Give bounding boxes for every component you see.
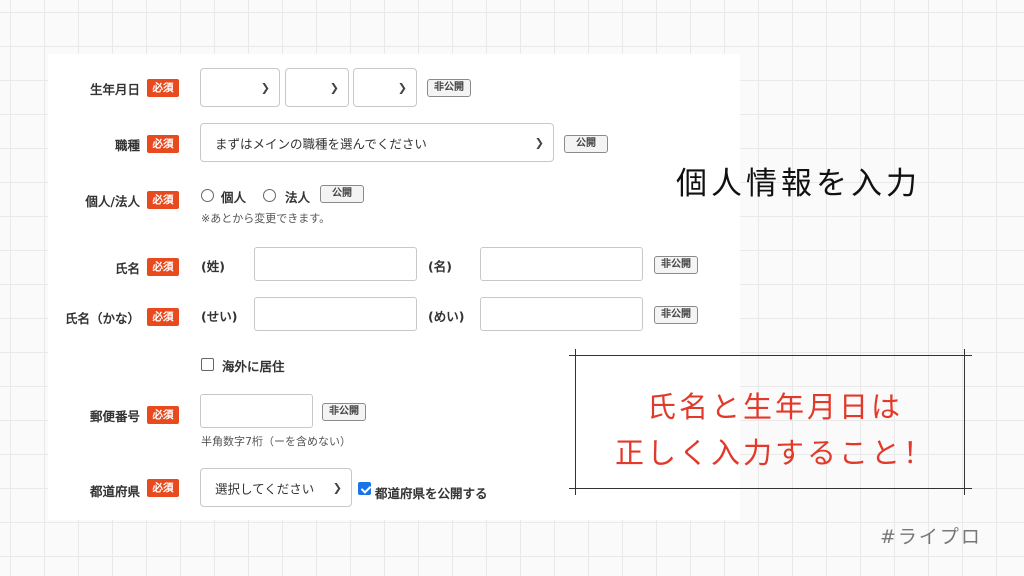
postal-code-label: 郵便番号	[89, 409, 140, 424]
name-kana-label: 氏名（かな）	[64, 311, 140, 326]
birthdate-visibility-badge[interactable]: 非公開	[427, 79, 471, 97]
chevron-down-icon: ❯	[397, 81, 407, 94]
entity-type-label: 個人/法人	[85, 194, 140, 209]
overseas-checkbox-label: 海外に居住	[222, 359, 285, 374]
occupation-visibility-badge[interactable]: 公開	[564, 135, 608, 153]
chevron-down-icon: ❯	[534, 136, 544, 149]
prefecture-select[interactable]: 選択してください ❯	[200, 468, 352, 507]
annotation-caption: 個人情報を入力	[676, 166, 921, 202]
first-name-input[interactable]	[480, 247, 643, 281]
prefecture-label: 都道府県	[89, 484, 140, 499]
required-badge: 必須	[147, 479, 179, 497]
postal-code-hint: 半角数字7桁（ーを含めない）	[201, 435, 351, 448]
radio-corporation[interactable]	[263, 189, 276, 202]
required-badge: 必須	[147, 191, 179, 209]
overseas-checkbox[interactable]	[201, 358, 214, 371]
required-badge: 必須	[147, 308, 179, 326]
radio-individual[interactable]	[201, 189, 214, 202]
radio-corporation-label: 法人	[285, 190, 311, 205]
radio-individual-label: 個人	[221, 190, 247, 205]
required-badge: 必須	[147, 135, 179, 153]
publish-prefecture-checkbox[interactable]	[358, 482, 371, 495]
first-name-kana-input[interactable]	[480, 297, 643, 331]
required-badge: 必須	[147, 79, 179, 97]
chevron-down-icon: ❯	[332, 481, 342, 494]
note-frame-right	[964, 349, 965, 495]
publish-prefecture-label: 都道府県を公開する	[375, 486, 488, 501]
name-label: 氏名	[114, 261, 140, 276]
postal-code-input[interactable]	[200, 394, 313, 428]
last-name-input[interactable]	[254, 247, 417, 281]
required-badge: 必須	[147, 258, 179, 276]
entity-hint: ※あとから変更できます。	[201, 212, 331, 225]
entity-visibility-badge[interactable]: 公開	[320, 185, 364, 203]
birth-day-select[interactable]: ❯	[353, 68, 417, 107]
note-frame-top	[569, 355, 972, 356]
occupation-label: 職種	[114, 138, 140, 153]
birth-month-select[interactable]: ❯	[285, 68, 349, 107]
postal-visibility-badge[interactable]: 非公開	[322, 403, 366, 421]
prefecture-select-value: 選択してください	[215, 481, 315, 496]
occupation-select[interactable]: まずはメインの職種を選んでください ❯	[200, 123, 554, 162]
note-frame-bottom	[569, 488, 972, 489]
annotation-note-line2: 正しく入力すること！	[614, 436, 935, 470]
last-name-kana-input[interactable]	[254, 297, 417, 331]
last-name-kana-caption: (せい)	[201, 309, 238, 324]
birth-year-select[interactable]: ❯	[200, 68, 280, 107]
birthdate-label: 生年月日	[89, 82, 140, 97]
first-name-caption: (名)	[428, 259, 452, 274]
last-name-caption: (姓)	[201, 259, 225, 274]
annotation-note-line1: 氏名と生年月日は	[646, 390, 903, 424]
required-badge: 必須	[147, 406, 179, 424]
first-name-kana-caption: (めい)	[428, 309, 465, 324]
chevron-down-icon: ❯	[260, 81, 270, 94]
chevron-down-icon: ❯	[329, 81, 339, 94]
note-frame-left	[575, 349, 576, 495]
hashtag: #ライプロ	[880, 526, 982, 548]
occupation-select-value: まずはメインの職種を選んでください	[215, 136, 427, 151]
name-kana-visibility-badge[interactable]: 非公開	[654, 306, 698, 324]
name-visibility-badge[interactable]: 非公開	[654, 256, 698, 274]
